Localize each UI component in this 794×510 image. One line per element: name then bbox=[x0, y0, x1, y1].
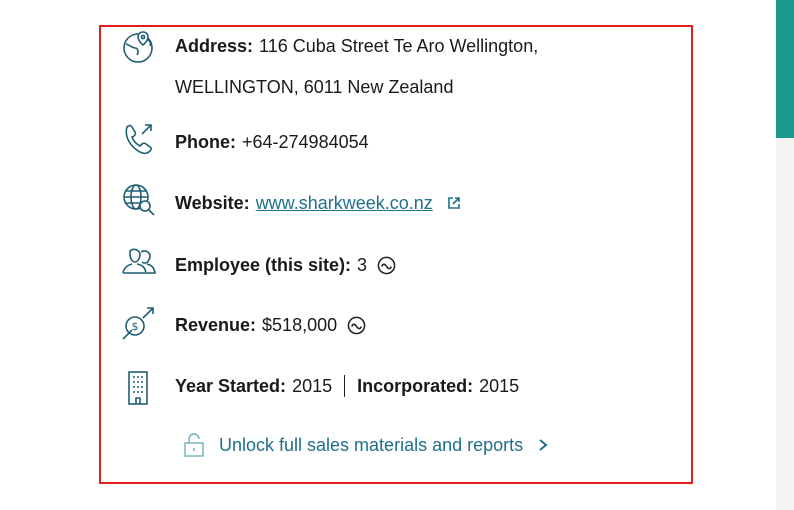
year-started-value: 2015 bbox=[292, 376, 333, 396]
globe-search-icon bbox=[121, 182, 157, 218]
company-info-panel: Address: 116 Cuba Street Te Aro Wellingt… bbox=[99, 25, 693, 484]
revenue-growth-icon: $ bbox=[121, 305, 157, 341]
approximate-icon[interactable] bbox=[347, 316, 366, 335]
website-label: Website: bbox=[175, 193, 250, 213]
svg-text:$: $ bbox=[132, 320, 139, 333]
address-line-2: WELLINGTON, 6011 New Zealand bbox=[175, 76, 453, 98]
employees-value: 3 bbox=[357, 255, 368, 275]
address-line-1: Address: 116 Cuba Street Te Aro Wellingt… bbox=[175, 35, 538, 57]
approximate-icon[interactable] bbox=[377, 256, 396, 275]
unlock-icon bbox=[183, 432, 205, 458]
people-icon bbox=[121, 243, 157, 279]
year-started-label: Year Started: bbox=[175, 376, 287, 396]
unlock-label: Unlock full sales materials and reports bbox=[219, 434, 524, 455]
address-value-line1: 116 Cuba Street Te Aro Wellington, bbox=[259, 36, 539, 56]
separator bbox=[344, 375, 346, 397]
website-text: Website: www.sharkweek.co.nz bbox=[175, 192, 461, 214]
incorporated-value: 2015 bbox=[479, 376, 520, 396]
employees-text: Employee (this site): 3 bbox=[175, 254, 396, 276]
building-icon bbox=[121, 369, 157, 405]
revenue-label: Revenue: bbox=[175, 315, 257, 335]
year-text: Year Started: 2015 Incorporated: 2015 bbox=[175, 375, 519, 397]
website-link[interactable]: www.sharkweek.co.nz bbox=[256, 192, 433, 214]
location-globe-icon bbox=[121, 29, 157, 65]
phone-text: Phone: +64-274984054 bbox=[175, 131, 369, 153]
phone-label: Phone: bbox=[175, 132, 236, 152]
scrollbar-thumb[interactable] bbox=[776, 0, 794, 138]
revenue-value: $518,000 bbox=[262, 315, 338, 335]
chevron-right-icon bbox=[537, 438, 549, 452]
phone-icon bbox=[121, 121, 157, 157]
scrollbar-track[interactable] bbox=[776, 0, 794, 510]
employees-label: Employee (this site): bbox=[175, 255, 352, 275]
phone-value[interactable]: +64-274984054 bbox=[242, 131, 369, 153]
unlock-reports-link[interactable]: Unlock full sales materials and reports bbox=[183, 432, 549, 458]
incorporated-label: Incorporated: bbox=[357, 376, 474, 396]
revenue-text: Revenue: $518,000 bbox=[175, 314, 366, 336]
external-link-icon[interactable] bbox=[447, 196, 461, 210]
address-label: Address: bbox=[175, 36, 254, 56]
address-value-line2: WELLINGTON, 6011 New Zealand bbox=[175, 77, 454, 97]
